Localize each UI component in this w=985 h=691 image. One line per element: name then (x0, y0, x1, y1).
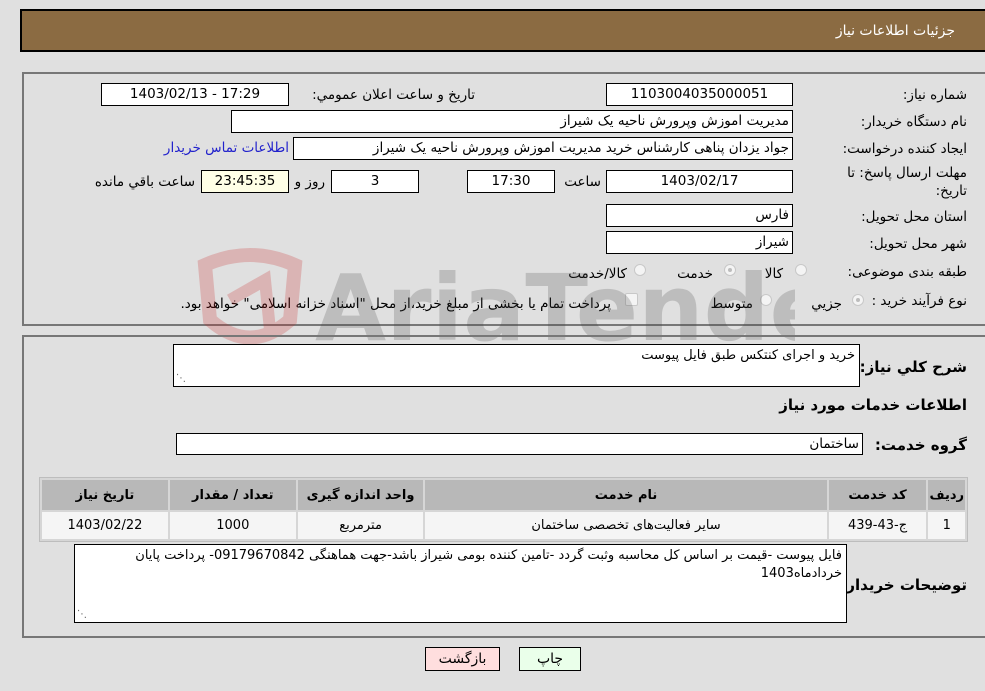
col-header-row-number: ردیف (928, 480, 965, 510)
city-field: شیراز (606, 231, 793, 254)
buyer-notes-text: فایل پیوست -قیمت بر اساس کل محاسبه وثبت … (135, 548, 842, 581)
category-radio-goods[interactable] (795, 264, 807, 276)
services-table: ردیف کد خدمت نام خدمت واحد اندازه گیری ت… (39, 477, 968, 542)
col-header-unit: واحد اندازه گیری (297, 480, 424, 510)
purchase-option-medium: متوسط (710, 296, 753, 312)
purchase-radio-minor[interactable] (852, 294, 864, 306)
col-header-service-name: نام خدمت (425, 480, 827, 510)
table-header-row: ردیف کد خدمت نام خدمت واحد اندازه گیری ت… (42, 480, 965, 510)
print-button[interactable]: چاپ (519, 647, 581, 671)
treasury-checkbox[interactable] (625, 293, 638, 306)
col-header-service-code: کد خدمت (828, 480, 927, 510)
remaining-time-field: 23:45:35 (201, 170, 289, 193)
treasury-note: پرداخت تمام یا بخشی از مبلغ خرید،از محل … (180, 296, 611, 312)
cell-service-name: سایر فعالیت‌های تخصصی ساختمان (425, 512, 827, 539)
province-field: فارس (606, 204, 793, 227)
category-option-goods: کالا (764, 266, 783, 282)
buyer-org-field: مدیریت اموزش وپرورش ناحیه یک شیراز (231, 110, 793, 133)
cell-quantity: 1000 (169, 512, 296, 539)
cell-need-date: 1403/02/22 (42, 512, 168, 539)
days-remaining-field: 3 (331, 170, 419, 193)
deadline-date-field: 1403/02/17 (606, 170, 793, 193)
general-desc-textarea[interactable]: خرید و اجرای کنتکس طبق فایل پیوست ⋰ (173, 344, 860, 387)
service-group-label: گروه خدمت: (874, 436, 967, 454)
general-desc-label: شرح کلي نیاز: (859, 358, 967, 376)
requester-field: جواد یزدان پناهی کارشناس خرید مدیریت امو… (293, 137, 793, 160)
buyer-contact-link[interactable]: اطلاعات تماس خریدار (164, 140, 289, 156)
page-title: جزئیات اطلاعات نیاز (835, 23, 955, 39)
days-label: روز و (294, 174, 325, 190)
buyer-notes-textarea[interactable]: فایل پیوست -قیمت بر اساس کل محاسبه وثبت … (74, 544, 847, 623)
need-number-field: 1103004035000051 (606, 83, 793, 106)
remaining-label: ساعت باقي مانده (94, 174, 195, 190)
buyer-org-label: نام دستگاه خریدار: (860, 114, 967, 130)
need-number-label: شماره نیاز: (902, 87, 967, 103)
page-header: جزئیات اطلاعات نیاز (20, 9, 985, 52)
purchase-option-minor: جزيي (811, 296, 842, 312)
category-option-service: خدمت (677, 266, 713, 282)
resize-grip-icon[interactable]: ⋰ (77, 610, 87, 620)
requester-label: ایجاد کننده درخواست: (842, 141, 967, 157)
col-header-quantity: تعداد / مقدار (169, 480, 296, 510)
city-label: شهر محل تحویل: (869, 236, 967, 252)
purchase-radio-medium[interactable] (760, 294, 772, 306)
purchase-type-label: نوع فرآیند خرید : (871, 293, 967, 309)
announce-datetime-field: 1403/02/13 - 17:29 (101, 83, 289, 106)
col-header-need-date: تاریخ نیاز (42, 480, 168, 510)
cell-unit: مترمربع (297, 512, 424, 539)
services-heading: اطلاعات خدمات مورد نیاز (779, 396, 967, 414)
cell-row-number: 1 (928, 512, 965, 539)
deadline-time-field: 17:30 (467, 170, 555, 193)
deadline-label: مهلت ارسال پاسخ: تا تاریخ: (847, 165, 967, 199)
announce-datetime-label: تاریخ و ساعت اعلان عمومي: (312, 87, 475, 103)
category-radio-goods-service[interactable] (634, 264, 646, 276)
service-group-field: ساختمان (176, 433, 863, 455)
category-radio-service[interactable] (724, 264, 736, 276)
back-button[interactable]: بازگشت (425, 647, 500, 671)
resize-grip-icon[interactable]: ⋰ (176, 374, 186, 384)
category-option-goods-service: کالا/خدمت (568, 266, 627, 282)
category-label: طبقه بندی موضوعی: (847, 264, 967, 280)
deadline-time-label: ساعت (564, 174, 601, 190)
general-desc-text: خرید و اجرای کنتکس طبق فایل پیوست (641, 348, 855, 363)
table-row: 1 ج-43-439 سایر فعالیت‌های تخصصی ساختمان… (42, 512, 965, 539)
province-label: استان محل تحویل: (861, 209, 967, 225)
cell-service-code: ج-43-439 (828, 512, 927, 539)
buyer-notes-label: توضیحات خریدار: (840, 576, 967, 594)
